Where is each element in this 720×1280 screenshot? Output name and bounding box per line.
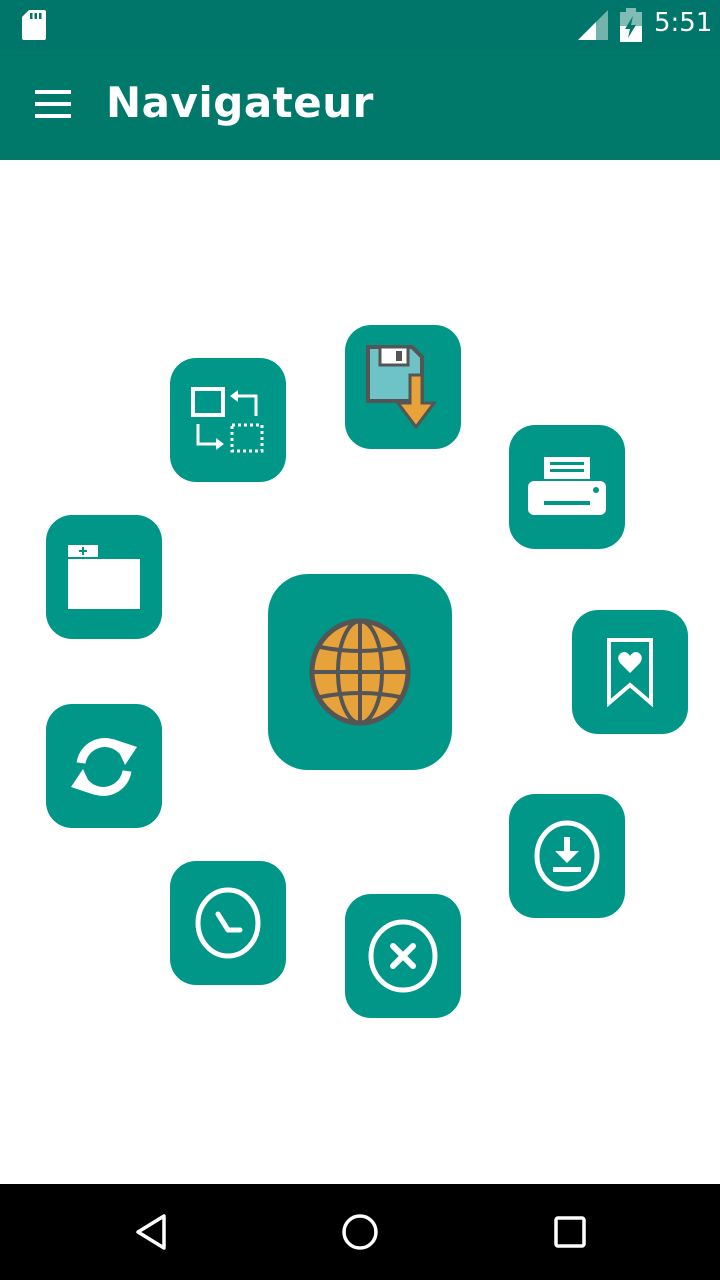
battery-icon [620, 8, 642, 46]
app-title: Navigateur [106, 78, 374, 127]
downloads-button[interactable] [509, 794, 625, 918]
save-page-icon [366, 345, 437, 429]
print-icon [528, 457, 606, 515]
close-button[interactable] [345, 894, 461, 1018]
system-nav-bar [0, 1184, 720, 1280]
menu-button[interactable] [22, 83, 82, 127]
close-icon [368, 919, 438, 993]
status-clock: 5:51 [654, 8, 713, 38]
sd-card-icon [22, 10, 46, 44]
switch-tabs-button[interactable] [170, 358, 286, 482]
back-icon [136, 1214, 166, 1250]
new-tab-icon [68, 545, 140, 609]
history-icon [195, 887, 261, 959]
back-button[interactable] [126, 1208, 174, 1256]
status-bar: 5:51 [0, 0, 720, 50]
history-button[interactable] [170, 861, 286, 985]
app-bar: Navigateur [0, 50, 720, 160]
recents-icon [554, 1216, 586, 1248]
recents-button[interactable] [546, 1208, 594, 1256]
home-button[interactable] [336, 1208, 384, 1256]
signal-icon [578, 10, 608, 44]
bookmark-button[interactable] [572, 610, 688, 734]
hamburger-menu-icon [35, 90, 71, 118]
new-tab-button[interactable] [46, 515, 162, 639]
refresh-button[interactable] [46, 704, 162, 828]
browser-main-button[interactable] [268, 574, 452, 770]
save-page-button[interactable] [345, 325, 461, 449]
globe-icon [309, 618, 411, 726]
switch-tabs-icon [191, 387, 264, 453]
refresh-icon [71, 738, 137, 796]
home-icon [342, 1214, 378, 1250]
download-icon [534, 820, 600, 892]
bookmark-icon [607, 638, 653, 707]
print-button[interactable] [509, 425, 625, 549]
